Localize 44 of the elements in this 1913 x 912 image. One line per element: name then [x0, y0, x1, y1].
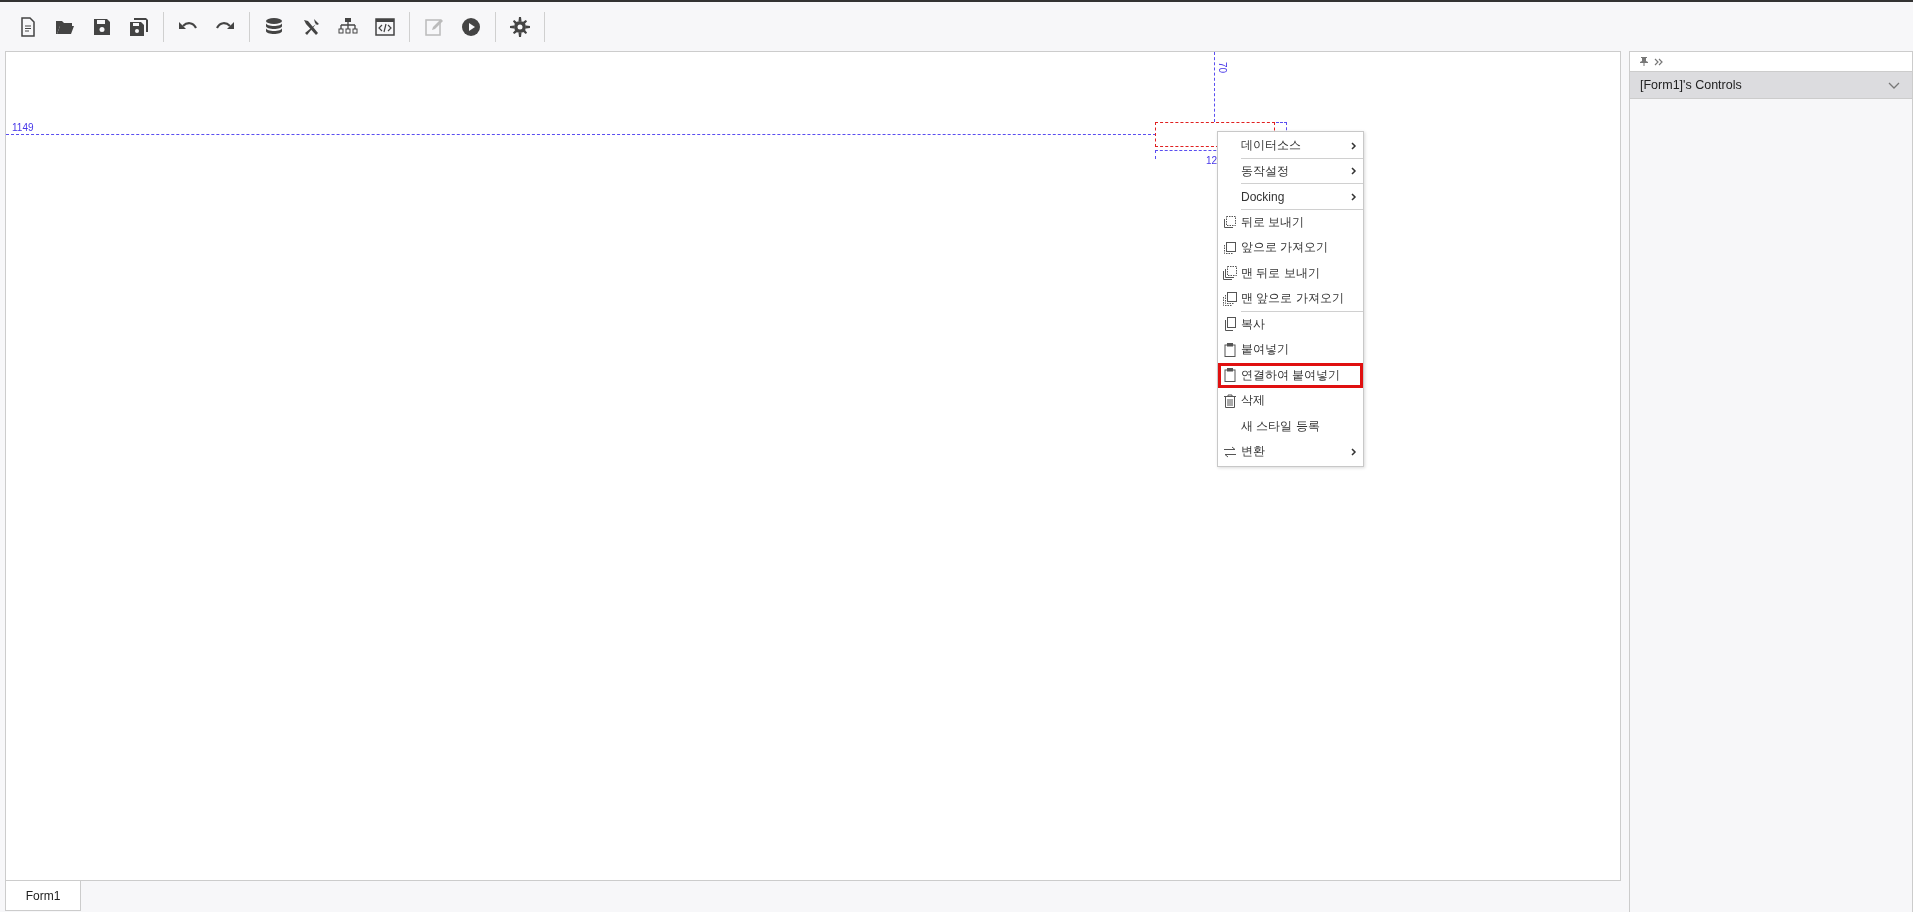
document-icon: [18, 16, 38, 37]
menu-item[interactable]: 새 스타일 등록: [1218, 413, 1363, 439]
menu-item[interactable]: 변환: [1218, 439, 1363, 465]
layers-icon: [1222, 317, 1237, 332]
layers-icon: [1222, 266, 1237, 281]
distance-label: 70: [1217, 62, 1228, 74]
trash-icon: [1222, 393, 1237, 408]
save-icon: [92, 16, 112, 37]
clipboard-icon: [1222, 368, 1237, 383]
form-tab[interactable]: Form1: [5, 881, 81, 911]
pin-icon[interactable]: [1640, 57, 1648, 66]
edit-icon: [424, 16, 444, 37]
menu-item[interactable]: Docking: [1218, 184, 1363, 210]
play-icon: [461, 16, 481, 37]
layers-icon: [1222, 291, 1237, 306]
swap-icon: [1222, 444, 1237, 459]
panel-title: [Form1]'s Controls: [1640, 78, 1742, 92]
menu-item[interactable]: 맨 뒤로 보내기: [1218, 260, 1363, 286]
menu-item[interactable]: 삭제: [1218, 388, 1363, 414]
menu-item[interactable]: 붙여넣기: [1218, 337, 1363, 363]
chevron-down-icon[interactable]: [1888, 81, 1900, 89]
double-chevron-icon[interactable]: [1654, 57, 1663, 66]
undo-icon: [178, 21, 198, 32]
layers-icon: [1222, 215, 1237, 230]
redo-icon: [215, 21, 235, 32]
menu-item[interactable]: 동작설정: [1218, 158, 1363, 184]
menu-item[interactable]: 연결하여 붙여넣기: [1218, 362, 1363, 388]
hierarchy-icon: [338, 16, 358, 37]
settings-icon: [510, 16, 530, 37]
menu-item[interactable]: 복사: [1218, 311, 1363, 337]
panel-header[interactable]: [Form1]'s Controls: [1630, 72, 1912, 99]
distance-label: 1149: [12, 122, 34, 133]
clipboard-icon: [1222, 342, 1237, 357]
menu-item[interactable]: 뒤로 보내기: [1218, 209, 1363, 235]
guide-line: [1214, 52, 1215, 122]
menu-item[interactable]: 앞으로 가져오기: [1218, 235, 1363, 261]
save-all-icon: [129, 16, 149, 37]
distance-label: 12: [1206, 155, 1218, 166]
code-window-icon: [375, 16, 395, 37]
layers-icon: [1222, 240, 1237, 255]
menu-item[interactable]: 맨 앞으로 가져오기: [1218, 286, 1363, 312]
database-icon: [264, 16, 284, 37]
menu-item[interactable]: 데이터소스: [1218, 133, 1363, 159]
tools-icon: [301, 16, 321, 37]
